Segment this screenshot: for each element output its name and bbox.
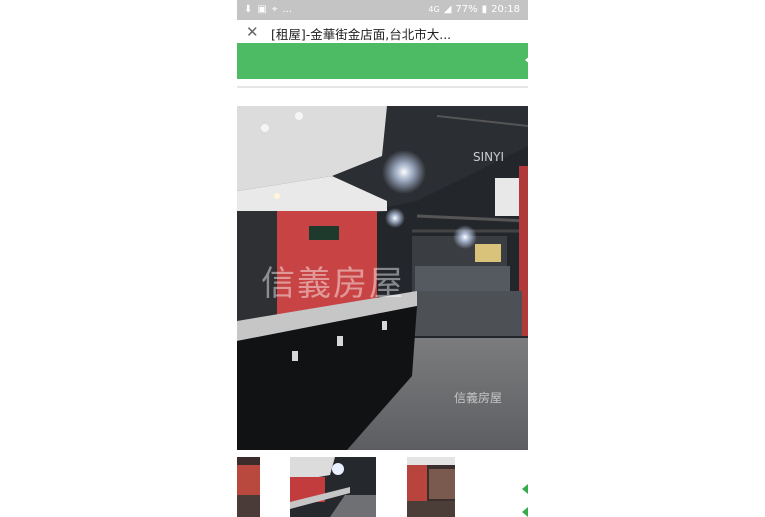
watermark-main: 信義房屋 [261, 264, 405, 304]
thumbnail-3-image [407, 457, 455, 517]
status-left: ⬇ ▣ ⌖ ... [244, 3, 292, 17]
download-icon: ⬇ [244, 4, 253, 15]
battery-icon: ▮ [481, 4, 488, 15]
image-icon: ▣ [257, 4, 267, 15]
location-icon: ⌖ [271, 4, 278, 15]
close-button[interactable]: ✕ [246, 22, 262, 42]
signal-icon: ◢ [443, 4, 452, 15]
main-listing-photo[interactable]: SINYI 信義房屋 信義房屋 [237, 106, 528, 450]
network-type: 4G [428, 5, 440, 14]
divider [237, 86, 528, 88]
phone-screen: ⬇ ▣ ⌖ ... 4G ◢ 77% ▮ 20:18 ✕ [租屋]-金華街金店面… [237, 0, 528, 517]
thumbnail-1-image [237, 457, 260, 517]
watermark-small: 信義房屋 [453, 391, 502, 405]
thumbnail-2-image [290, 457, 376, 517]
watermark-brand: SINYI [472, 150, 504, 164]
chevron-left-icon[interactable] [525, 55, 528, 65]
page-title: [租屋]-金華街金店面,台北市大... [271, 27, 452, 42]
thumbnail-strip [237, 457, 528, 517]
thumbnail-next-icon[interactable] [522, 507, 528, 517]
status-right: 4G ◢ 77% ▮ 20:18 [428, 3, 520, 17]
thumbnail-prev-icon[interactable] [522, 484, 528, 494]
thumbnail-2[interactable] [290, 457, 376, 517]
green-banner[interactable] [237, 43, 528, 79]
title-bar: ✕ [租屋]-金華街金店面,台北市大... [237, 20, 528, 44]
thumbnail-1[interactable] [237, 457, 260, 517]
thumbnail-3[interactable] [407, 457, 455, 517]
status-bar: ⬇ ▣ ⌖ ... 4G ◢ 77% ▮ 20:18 [237, 0, 528, 20]
clock: 20:18 [491, 4, 520, 15]
battery-percent: 77% [455, 4, 478, 15]
status-more: ... [282, 4, 293, 15]
